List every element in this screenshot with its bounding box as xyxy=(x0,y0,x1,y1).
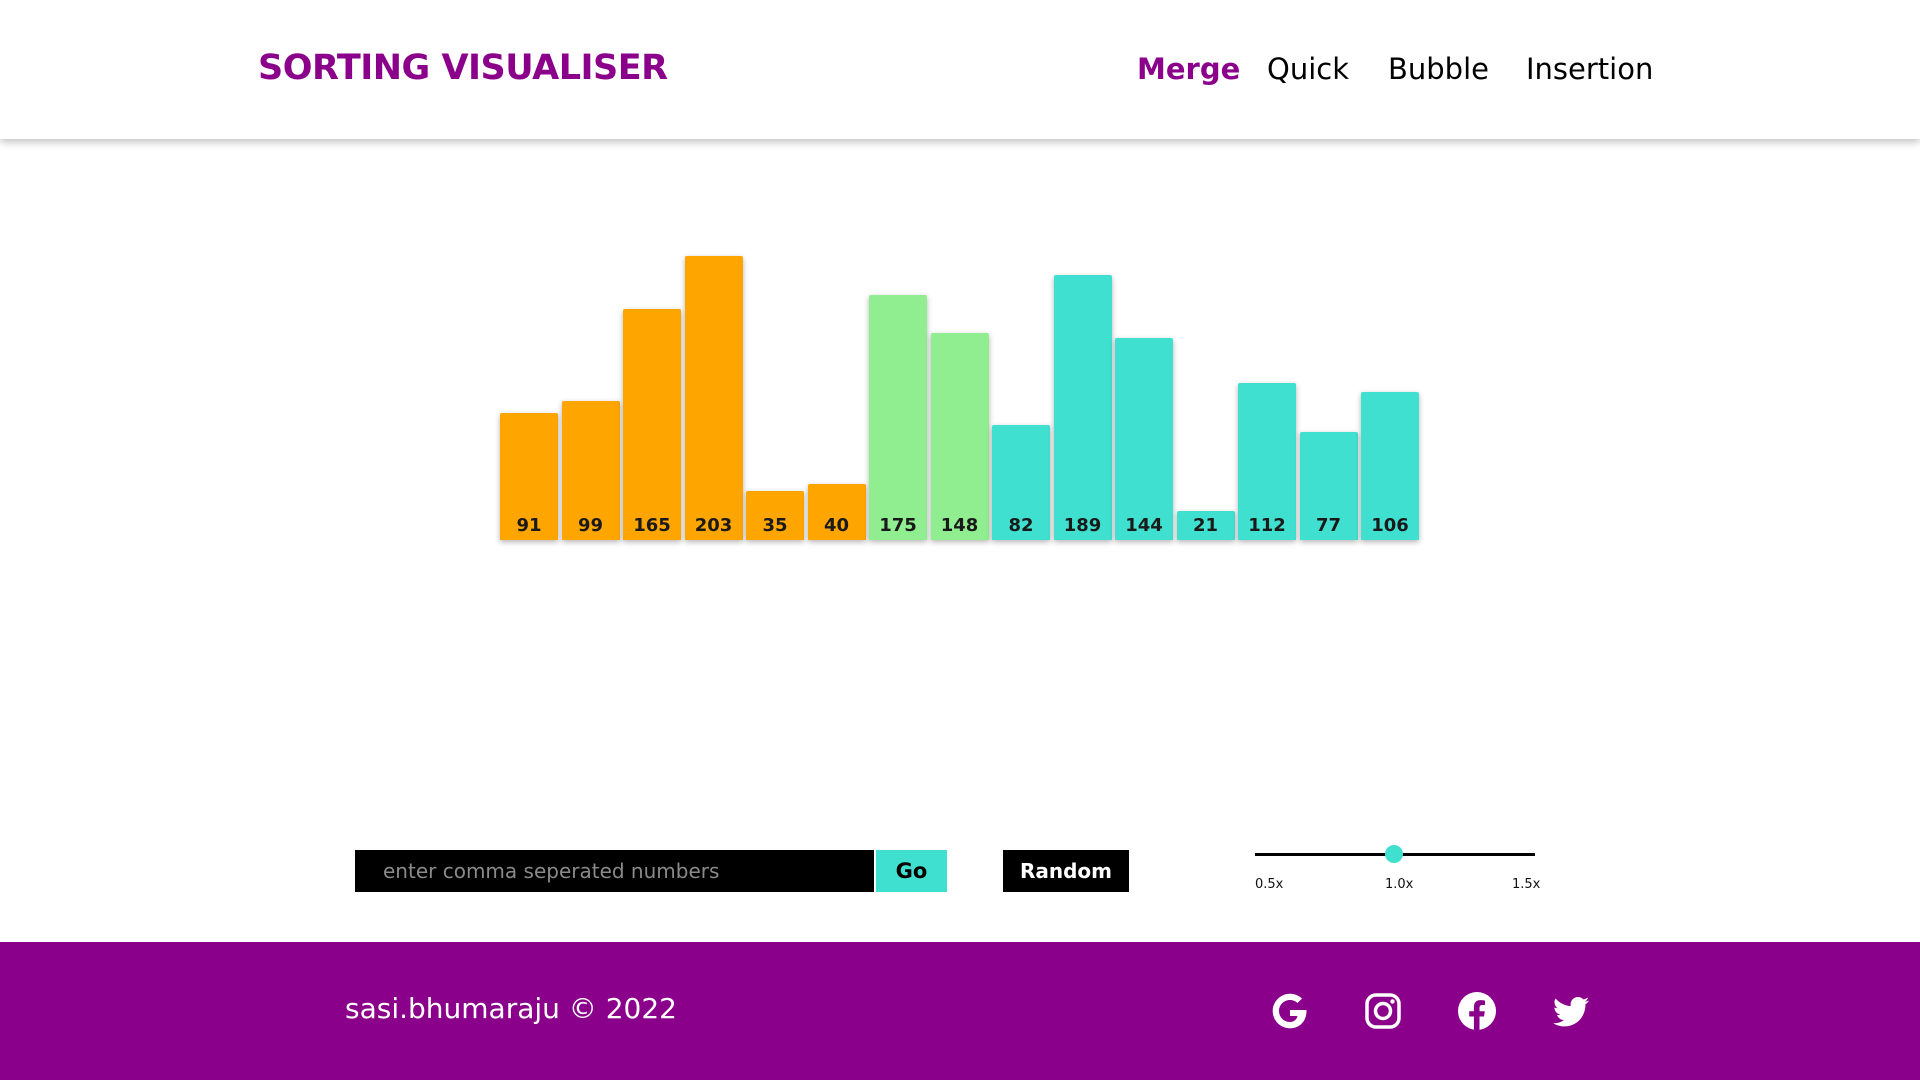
bar-value-label: 40 xyxy=(823,515,850,536)
array-bar: 175 xyxy=(869,295,927,540)
bar-value-label: 189 xyxy=(1063,515,1102,536)
go-button[interactable]: Go xyxy=(876,850,947,892)
bar-value-label: 91 xyxy=(516,515,542,536)
array-bar: 35 xyxy=(746,491,804,540)
bar-value-label: 175 xyxy=(879,515,917,536)
instagram-icon[interactable] xyxy=(1361,989,1405,1033)
array-bar: 77 xyxy=(1299,432,1358,540)
array-bar: 148 xyxy=(930,333,989,540)
bar-value-label: 77 xyxy=(1315,515,1342,536)
speed-tick-low: 0.5x xyxy=(1255,877,1284,892)
top-navbar: SORTING VISUALISER Merge Quick Bubble In… xyxy=(0,0,1920,139)
footer: sasi.bhumaraju © 2022 xyxy=(0,942,1920,1080)
array-bar: 21 xyxy=(1176,511,1235,540)
array-bar: 189 xyxy=(1053,275,1112,540)
nav-bubble[interactable]: Bubble xyxy=(1388,52,1489,86)
array-bar: 40 xyxy=(807,484,866,540)
array-bar: 203 xyxy=(684,256,743,540)
facebook-icon[interactable] xyxy=(1455,989,1499,1033)
array-bar: 112 xyxy=(1238,383,1296,540)
bar-value-label: 82 xyxy=(1008,515,1034,536)
bar-value-label: 99 xyxy=(577,515,604,536)
speed-tick-mid: 1.0x xyxy=(1385,877,1414,892)
bar-value-label: 35 xyxy=(762,515,788,536)
random-button[interactable]: Random xyxy=(1003,850,1129,892)
array-bar: 82 xyxy=(992,425,1050,540)
copyright-text: sasi.bhumaraju © 2022 xyxy=(345,992,677,1025)
google-icon[interactable] xyxy=(1268,989,1312,1033)
twitter-icon[interactable] xyxy=(1549,989,1593,1033)
array-bar: 144 xyxy=(1115,338,1173,540)
array-bar: 106 xyxy=(1361,392,1419,540)
array-bar: 165 xyxy=(623,309,681,540)
nav-insertion[interactable]: Insertion xyxy=(1526,52,1653,86)
array-bar: 91 xyxy=(500,413,558,540)
bar-value-label: 112 xyxy=(1248,515,1286,536)
slider-thumb[interactable] xyxy=(1385,845,1403,863)
bar-value-label: 203 xyxy=(694,515,733,536)
nav-merge[interactable]: Merge xyxy=(1137,52,1240,86)
bar-value-label: 106 xyxy=(1371,515,1409,536)
nav-quick[interactable]: Quick xyxy=(1267,52,1349,86)
numbers-input[interactable] xyxy=(355,850,874,892)
speed-tick-high: 1.5x xyxy=(1512,877,1541,892)
array-bar: 99 xyxy=(561,401,620,540)
bar-value-label: 21 xyxy=(1192,515,1219,536)
bar-value-label: 165 xyxy=(633,515,671,536)
bar-value-label: 144 xyxy=(1125,515,1163,536)
bar-value-label: 148 xyxy=(940,515,979,536)
brand-title: SORTING VISUALISER xyxy=(258,48,668,88)
